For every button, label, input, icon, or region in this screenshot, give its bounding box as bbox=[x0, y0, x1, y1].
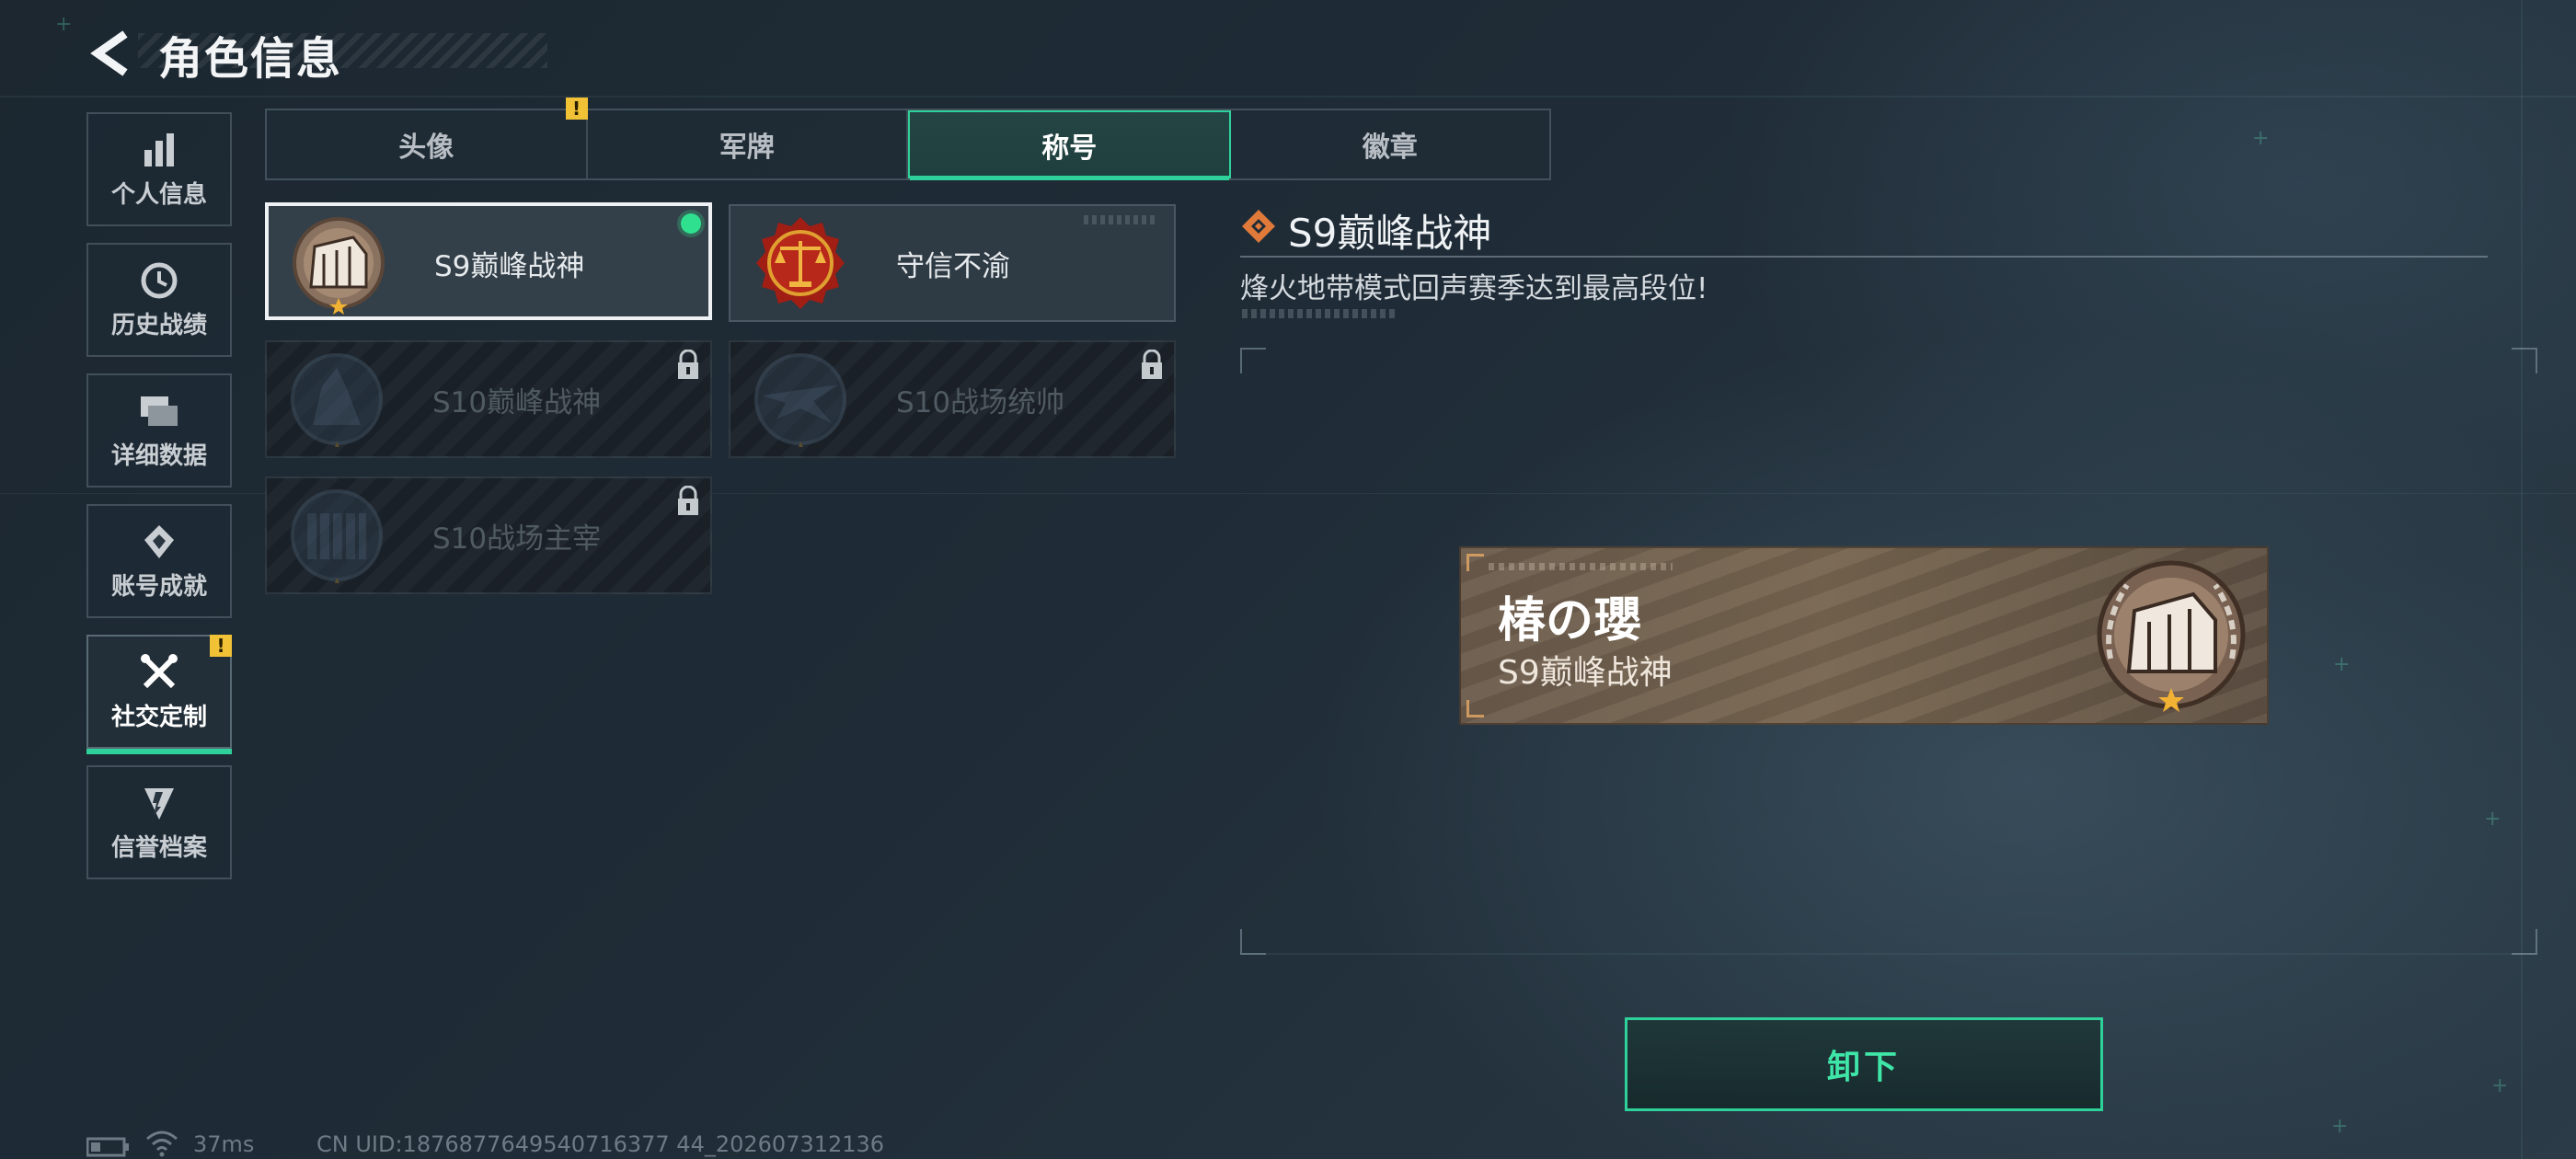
title-diamond-icon bbox=[1242, 210, 1275, 243]
tab-label: 徽章 bbox=[1362, 132, 1418, 164]
achievement-icon bbox=[139, 522, 179, 562]
sidebar-item-profile[interactable]: 个人信息 bbox=[86, 112, 232, 226]
title-card-s10-battlefield-commander[interactable]: S10战场统帅 bbox=[729, 340, 1176, 458]
frame-corner bbox=[1240, 929, 1266, 955]
detail-title: S9巅峰战神 bbox=[1288, 211, 1492, 256]
title-card-name: S10巅峰战神 bbox=[432, 386, 602, 419]
sidebar-item-label: 个人信息 bbox=[110, 180, 207, 209]
title-card-s10-peak-god[interactable]: S10巅峰战神 bbox=[265, 340, 712, 458]
user-uid: CN UID:1876877649540716377 44_2026073121… bbox=[316, 1131, 885, 1157]
divider bbox=[1240, 256, 2488, 258]
shield-icon bbox=[139, 783, 179, 823]
nameplate-title: S9巅峰战神 bbox=[1498, 654, 1673, 692]
page-title: 角色信息 bbox=[158, 33, 343, 85]
title-card-keep-faith[interactable]: 守信不渝 bbox=[729, 204, 1176, 322]
equipped-indicator bbox=[681, 213, 701, 234]
fortress-laurel-badge-icon bbox=[293, 217, 385, 315]
back-button[interactable] bbox=[85, 26, 136, 81]
back-arrow-icon bbox=[90, 30, 128, 76]
alert-badge: ! bbox=[210, 635, 232, 657]
lock-icon bbox=[678, 486, 698, 515]
game-screen: + + + + + + 角色信息 个人信息 历史战绩 详细数据 账号成就 社交定… bbox=[0, 0, 2576, 1159]
alert-badge: ! bbox=[565, 98, 588, 120]
bar-chart-icon bbox=[139, 130, 179, 170]
fortress-laurel-badge-icon bbox=[2097, 560, 2246, 712]
sidebar-item-reputation[interactable]: 信誉档案 bbox=[86, 765, 232, 879]
frame-corner bbox=[2512, 348, 2537, 373]
tab-avatar[interactable]: 头像 ! bbox=[267, 98, 588, 178]
lock-icon bbox=[678, 350, 698, 379]
lock-icon bbox=[1142, 350, 1162, 379]
tab-title[interactable]: 称号 bbox=[908, 110, 1231, 180]
title-card-name: 守信不渝 bbox=[896, 250, 1010, 283]
nameplate-decoration bbox=[1489, 563, 1673, 570]
card-decoration bbox=[1084, 215, 1157, 224]
crosshair-icon: + bbox=[2252, 127, 2270, 150]
detail-description: 烽火地带模式回声赛季达到最高段位! bbox=[1240, 272, 1708, 305]
category-tabs: 头像 ! 军牌 称号 徽章 bbox=[265, 98, 1551, 180]
nameplate-player-name: 椿の瓔 bbox=[1498, 593, 1642, 648]
frame-corner bbox=[1240, 348, 1266, 373]
crosshair-icon: + bbox=[2331, 1115, 2349, 1138]
tab-label: 头像 bbox=[398, 132, 454, 164]
colosseum-laurel-badge-icon bbox=[291, 489, 383, 583]
ping-readout: 37ms bbox=[193, 1131, 255, 1157]
folder-stack-icon bbox=[139, 391, 179, 431]
sidebar-item-social-custom[interactable]: 社交定制 ! bbox=[86, 635, 232, 754]
aircraft-laurel-badge-icon bbox=[754, 353, 846, 447]
tools-icon bbox=[139, 652, 179, 693]
nameplate-corner bbox=[1466, 554, 1484, 571]
title-card-name: S10战场统帅 bbox=[896, 386, 1065, 419]
sidebar-item-label: 社交定制 bbox=[110, 703, 207, 731]
grid-line bbox=[0, 96, 2576, 98]
detail-decoration bbox=[1242, 309, 1398, 318]
title-card-s9-peak-god[interactable]: S9巅峰战神 bbox=[265, 202, 712, 320]
sidebar-item-label: 信誉档案 bbox=[110, 833, 207, 862]
scales-badge-icon bbox=[756, 217, 845, 309]
crosshair-icon: + bbox=[2491, 1074, 2509, 1097]
title-card-name: S10战场主宰 bbox=[432, 522, 602, 556]
sidebar-item-history[interactable]: 历史战绩 bbox=[86, 243, 232, 357]
nameplate-preview: 椿の瓔 S9巅峰战神 bbox=[1459, 546, 2269, 725]
sidebar-item-label: 账号成就 bbox=[110, 572, 207, 601]
tab-label: 军牌 bbox=[719, 132, 775, 164]
tab-label: 称号 bbox=[1041, 132, 1098, 165]
sidebar-item-label: 历史战绩 bbox=[110, 311, 207, 339]
tower-laurel-badge-icon bbox=[291, 353, 383, 447]
sidebar-item-achievements[interactable]: 账号成就 bbox=[86, 504, 232, 618]
tab-dogtag[interactable]: 军牌 bbox=[588, 110, 908, 178]
sidebar-item-label: 详细数据 bbox=[110, 442, 207, 470]
crosshair-icon: + bbox=[55, 13, 73, 36]
sidebar-item-details[interactable]: 详细数据 bbox=[86, 373, 232, 488]
frame-corner bbox=[2512, 929, 2537, 955]
unequip-button[interactable]: 卸下 bbox=[1625, 1017, 2103, 1111]
tab-badge[interactable]: 徽章 bbox=[1231, 110, 1550, 178]
title-card-name: S9巅峰战神 bbox=[434, 250, 585, 283]
title-card-s10-battlefield-dominator[interactable]: S10战场主宰 bbox=[265, 476, 712, 594]
battery-icon bbox=[86, 1137, 129, 1157]
wifi-icon bbox=[146, 1130, 178, 1157]
nameplate-corner bbox=[1466, 700, 1484, 717]
history-clock-icon bbox=[139, 260, 179, 301]
